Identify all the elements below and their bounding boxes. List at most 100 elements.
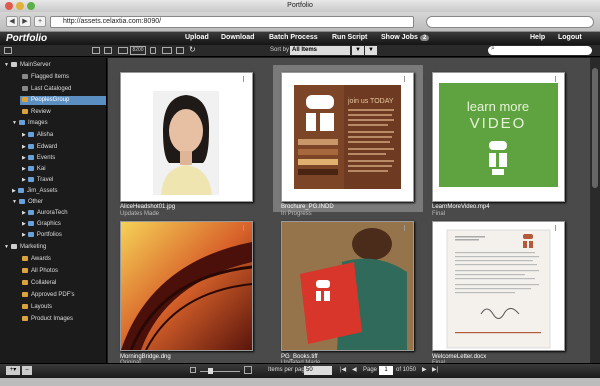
portrait-image <box>121 73 252 201</box>
video-line-1: learn more <box>467 99 529 114</box>
folder-icon <box>27 176 34 182</box>
help-link[interactable]: Help <box>530 34 545 41</box>
grid-view-icon[interactable] <box>4 47 12 54</box>
books-image <box>282 222 413 350</box>
page-total: of 1050 <box>396 367 417 373</box>
back-icon[interactable]: ◀ <box>6 16 18 27</box>
sidebar-item-marketing[interactable]: ▼ Marketing <box>4 243 46 252</box>
sidebar-item-graphics[interactable]: ▶ Graphics <box>22 220 61 229</box>
folder-icon <box>27 143 34 149</box>
batch-process-button[interactable]: Batch Process <box>269 34 318 41</box>
sidebar-item-jim-assets[interactable]: ▶ Jim_Assets <box>12 187 58 196</box>
print-icon[interactable] <box>176 47 184 54</box>
asset-thumbnail-3[interactable]: learn more VIDEO <box>432 72 565 202</box>
first-page-icon[interactable]: |◀ <box>340 366 346 373</box>
zoom-slider-handle[interactable] <box>208 368 213 374</box>
folder-icon <box>27 131 34 137</box>
sidebar-item-peoplesgroup[interactable]: PeoplesGroup <box>20 96 106 105</box>
asset-status-3: Final <box>432 211 446 217</box>
sort-menu-icon[interactable]: ▼ <box>365 46 377 55</box>
list-view-icon[interactable] <box>92 47 100 54</box>
small-thumb-icon[interactable] <box>190 367 196 373</box>
asset-thumbnail-5[interactable] <box>281 221 414 351</box>
sidebar-item-layouts[interactable]: Layouts <box>22 303 52 312</box>
sidebar-item-events[interactable]: ▶ Events <box>22 154 55 163</box>
sidebar-item-auroratech[interactable]: ▶ AuroraTech <box>22 209 68 218</box>
flag-icon[interactable] <box>555 76 560 82</box>
new-tab-icon[interactable]: + <box>34 16 46 27</box>
sidebar-item-collateral[interactable]: Collateral <box>22 279 56 288</box>
prev-page-icon[interactable]: ◀ <box>352 366 357 373</box>
folder-icon <box>18 198 25 204</box>
flag-icon[interactable] <box>404 76 409 82</box>
server-icon <box>10 243 17 249</box>
forward-icon[interactable]: ▶ <box>19 16 31 27</box>
sidebar-item-last-cataloged[interactable]: Last Cataloged <box>22 85 71 94</box>
browser-search-input[interactable] <box>426 16 594 28</box>
asset-thumbnail-2[interactable]: join us TODAY <box>281 72 414 202</box>
app-logo: Portfolio <box>6 33 48 44</box>
sidebar-item-edward[interactable]: ▶ Edward <box>22 143 57 152</box>
sidebar-item-all-photos[interactable]: All Photos <box>22 267 58 276</box>
view-toolbar: 8200 ↻ Sort by All Items ▼ ▼ ⌕ <box>0 45 600 57</box>
asset-name-3[interactable]: LearnMoreVideo.mp4 <box>432 204 490 211</box>
run-script-button[interactable]: Run Script <box>332 34 367 41</box>
sort-select[interactable]: All Items <box>290 46 350 55</box>
sidebar-item-awards[interactable]: Awards <box>22 255 51 264</box>
sidebar-item-flagged[interactable]: Flagged Items <box>22 73 69 82</box>
asset-search-input[interactable]: ⌕ <box>488 45 592 55</box>
items-per-page-select[interactable]: 50 <box>304 366 332 375</box>
sidebar-item-alisha[interactable]: ▶ Alisha <box>22 131 53 140</box>
page-label: Page <box>363 367 378 373</box>
download-button[interactable]: Download <box>221 34 254 41</box>
flag-icon[interactable] <box>243 76 248 82</box>
close-window-icon[interactable] <box>5 2 13 10</box>
search-icon: ⌕ <box>491 45 495 52</box>
sidebar-item-images[interactable]: ▼ Images <box>12 119 48 128</box>
sidebar-item-kai[interactable]: ▶ Kai <box>22 165 46 174</box>
calendar-icon[interactable] <box>150 47 156 54</box>
flag-icon[interactable] <box>555 225 560 231</box>
minimize-window-icon[interactable] <box>16 2 24 10</box>
address-bar[interactable]: http://assets.celaxtia.com:8090/ <box>50 16 414 28</box>
flag-icon[interactable] <box>404 225 409 231</box>
asset-grid: AliceHeadshot01.jpg Updates Made join us… <box>108 58 590 366</box>
flag-icon[interactable] <box>243 225 248 231</box>
asset-thumbnail-6[interactable] <box>432 221 565 351</box>
scrollbar-thumb[interactable] <box>592 68 598 188</box>
add-icon[interactable]: +▾ <box>6 366 20 375</box>
large-thumb-icon[interactable] <box>244 366 252 374</box>
sidebar-item-approved-pdfs[interactable]: Approved PDF's <box>22 291 75 300</box>
asset-thumbnail-1[interactable] <box>120 72 253 202</box>
sidebar-item-other[interactable]: ▼ Other <box>12 198 43 207</box>
sort-label: Sort by <box>270 47 290 53</box>
asset-name-2[interactable]: Brochure_PG.INDD <box>281 204 334 211</box>
sidebar-item-review[interactable]: Review <box>22 108 51 117</box>
page-input[interactable]: 1 <box>379 366 393 375</box>
upload-button[interactable]: Upload <box>185 34 209 41</box>
refresh-icon[interactable]: ↻ <box>189 45 196 54</box>
asset-thumbnail-4[interactable] <box>120 221 253 351</box>
asset-status-1: Updates Made <box>120 211 160 217</box>
asset-name-1[interactable]: AliceHeadshot01.jpg <box>120 204 175 211</box>
show-jobs-button[interactable]: Show Jobs 2 <box>381 34 430 41</box>
window-controls <box>5 2 35 10</box>
zoom-slider[interactable] <box>200 371 240 372</box>
sidebar-item-product-images[interactable]: Product Images <box>22 315 73 324</box>
sidebar-item-portfolios[interactable]: ▶ Portfolios <box>22 231 62 240</box>
app-window: Portfolio ◀ ▶ + http://assets.celaxtia.c… <box>0 0 600 386</box>
zoom-window-icon[interactable] <box>27 2 35 10</box>
detail-view-icon[interactable] <box>104 47 112 54</box>
remove-icon[interactable]: – <box>22 366 32 375</box>
sidebar-item-mainserver[interactable]: ▼ MainServer <box>4 61 51 70</box>
letter-image <box>433 222 564 350</box>
sidebar-item-travel[interactable]: ▶ Travel <box>22 176 53 185</box>
next-page-icon[interactable]: ▶ <box>422 366 427 373</box>
folder-icon[interactable] <box>162 47 172 54</box>
vertical-scrollbar[interactable] <box>590 58 600 363</box>
sort-order-icon[interactable]: ▼ <box>352 46 364 55</box>
brochure-heading: join us TODAY <box>347 98 394 105</box>
tag-icon[interactable] <box>118 47 128 54</box>
last-page-icon[interactable]: ▶| <box>432 366 438 373</box>
logout-link[interactable]: Logout <box>558 34 582 41</box>
